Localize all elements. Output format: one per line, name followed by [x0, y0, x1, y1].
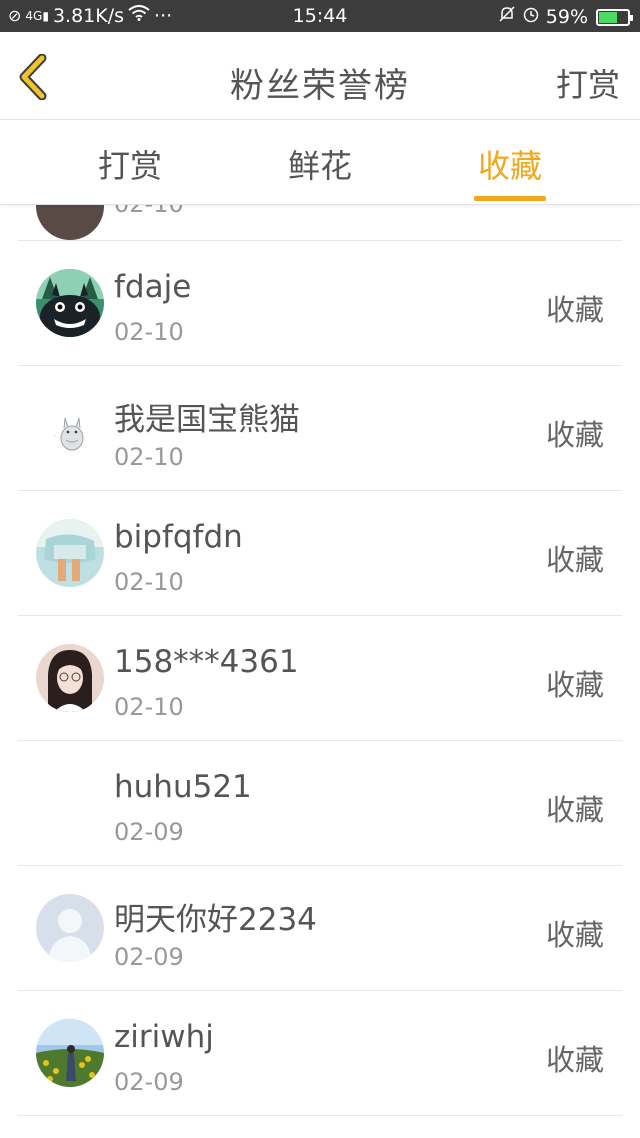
tab-reward[interactable]: 打赏 [70, 141, 190, 187]
alarm-icon [522, 5, 540, 29]
tab-flowers[interactable]: 鲜花 [260, 141, 380, 187]
row-name: 我是国宝熊猫 [114, 402, 300, 438]
svg-text:·: · [54, 432, 56, 440]
row-name: bipfqfdn [114, 519, 243, 555]
list-item[interactable]: ziriwhj 02-09 收藏 [18, 991, 622, 1116]
battery-icon [596, 8, 633, 26]
list-item[interactable]: · 我是国宝熊猫 02-10 收藏 [18, 366, 622, 491]
list-item[interactable]: fdaje 02-10 收藏 [18, 241, 622, 366]
row-date: 02-10 [114, 318, 184, 346]
row-date: 02-09 [114, 1068, 184, 1096]
page-title: 粉丝荣誉榜 [230, 66, 410, 106]
row-date: 02-09 [114, 818, 184, 846]
row-action-label: 收藏 [545, 918, 604, 952]
girl-photo-avatar [36, 644, 104, 712]
status-bar: ⊘ 4G▮ 3.81K/s ··· 15:44 59% [0, 0, 640, 32]
row-action-label: 收藏 [545, 668, 604, 702]
row-action-label: 收藏 [545, 418, 604, 452]
row-action-label: 收藏 [545, 293, 604, 327]
totoro-sketch-avatar: · [36, 394, 104, 462]
default-user-avatar [36, 894, 104, 962]
tab-bar: 打赏 鲜花 收藏 [0, 121, 640, 205]
row-date: 02-10 [114, 443, 184, 471]
row-date: 02-10 [114, 568, 184, 596]
list-item[interactable]: bipfqfdn 02-10 收藏 [18, 491, 622, 616]
row-name: ziriwhj [114, 1019, 214, 1055]
row-action-label: 收藏 [545, 793, 604, 827]
list-item[interactable]: 明天你好2234 02-09 收藏 [18, 866, 622, 991]
battery-percent: 59% [545, 6, 588, 28]
row-action-label: 收藏 [545, 543, 604, 577]
totoro-avatar [36, 269, 104, 337]
photo-avatar [36, 519, 104, 587]
list-item[interactable]: huhu521 02-09 收藏 [18, 741, 622, 866]
row-action-label: 收藏 [545, 1043, 604, 1077]
row-name: 158***4361 [114, 644, 299, 680]
nav-header: 粉丝荣誉榜 打赏 [0, 32, 640, 120]
tab-favorites[interactable]: 收藏 [450, 141, 570, 187]
flower-field-avatar [36, 1019, 104, 1087]
row-name: 明天你好2234 [114, 902, 317, 938]
battery-fill [599, 11, 617, 23]
row-name: fdaje [114, 269, 192, 305]
list-item[interactable]: 158***4361 02-10 收藏 [18, 616, 622, 741]
silent-bell-icon [498, 5, 516, 29]
reward-button[interactable]: 打赏 [556, 60, 620, 106]
blank-avatar [36, 769, 104, 837]
row-date: 02-10 [114, 693, 184, 721]
status-right: 59% [498, 5, 633, 29]
row-date: 02-09 [114, 943, 184, 971]
tab-active-indicator [474, 196, 546, 201]
row-name: huhu521 [114, 769, 252, 805]
